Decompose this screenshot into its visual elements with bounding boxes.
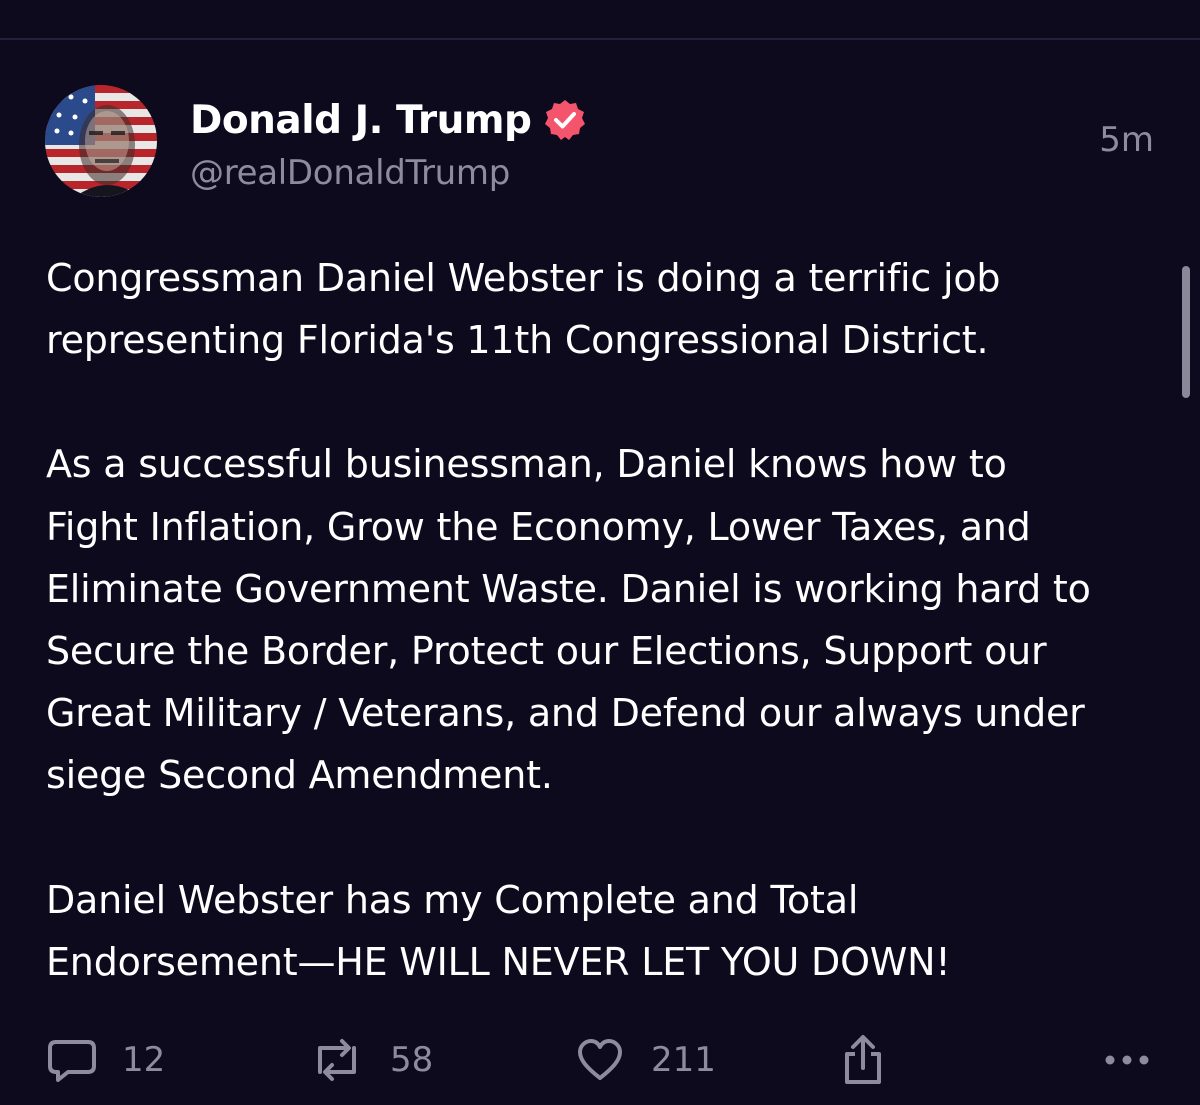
share-icon bbox=[842, 1034, 884, 1086]
more-icon bbox=[1104, 1054, 1150, 1066]
post-text-line: Eliminate Government Waste. Daniel is wo… bbox=[46, 566, 1091, 611]
post[interactable]: Donald J. Trump @realDonaldTrump 5m Cong… bbox=[0, 40, 1200, 1105]
scrollbar-thumb[interactable] bbox=[1182, 266, 1190, 398]
post-text-line: representing Florida's 11th Congressiona… bbox=[46, 318, 989, 363]
post-text-line: As a successful businessman, Daniel know… bbox=[46, 442, 1007, 487]
timestamp[interactable]: 5m bbox=[1099, 120, 1154, 160]
reply-count: 12 bbox=[122, 1040, 166, 1080]
post-text-line: Daniel Webster has my Complete and Total bbox=[46, 877, 859, 922]
more-button[interactable] bbox=[1104, 1030, 1150, 1090]
reply-button[interactable]: 12 bbox=[46, 1030, 165, 1090]
like-icon bbox=[577, 1038, 623, 1082]
post-text-line: Fight Inflation, Grow the Economy, Lower… bbox=[46, 504, 1031, 549]
share-button[interactable] bbox=[842, 1030, 884, 1090]
display-name-row: Donald J. Trump bbox=[190, 95, 587, 145]
post-body: Congressman Daniel Webster is doing a te… bbox=[46, 247, 1156, 993]
post-text-line: Congressman Daniel Webster is doing a te… bbox=[46, 256, 1001, 300]
post-text-line: Great Military / Veterans, and Defend ou… bbox=[46, 691, 1085, 736]
avatar-image bbox=[45, 85, 157, 197]
post-text-line: Secure the Border, Protect our Elections… bbox=[46, 629, 1047, 674]
repost-count: 58 bbox=[390, 1040, 434, 1080]
reply-icon bbox=[46, 1036, 98, 1084]
user-handle[interactable]: @realDonaldTrump bbox=[190, 153, 510, 193]
repost-icon bbox=[310, 1036, 364, 1084]
avatar[interactable] bbox=[45, 85, 157, 197]
like-count: 211 bbox=[651, 1040, 716, 1080]
post-text-line: Endorsement—HE WILL NEVER LET YOU DOWN! bbox=[46, 939, 951, 984]
post-text-line: siege Second Amendment. bbox=[46, 753, 553, 798]
display-name[interactable]: Donald J. Trump bbox=[190, 98, 532, 143]
action-bar: 12 58 211 bbox=[0, 1030, 1200, 1090]
like-button[interactable]: 211 bbox=[577, 1030, 716, 1090]
verified-badge-icon bbox=[543, 98, 587, 142]
repost-button[interactable]: 58 bbox=[310, 1030, 433, 1090]
